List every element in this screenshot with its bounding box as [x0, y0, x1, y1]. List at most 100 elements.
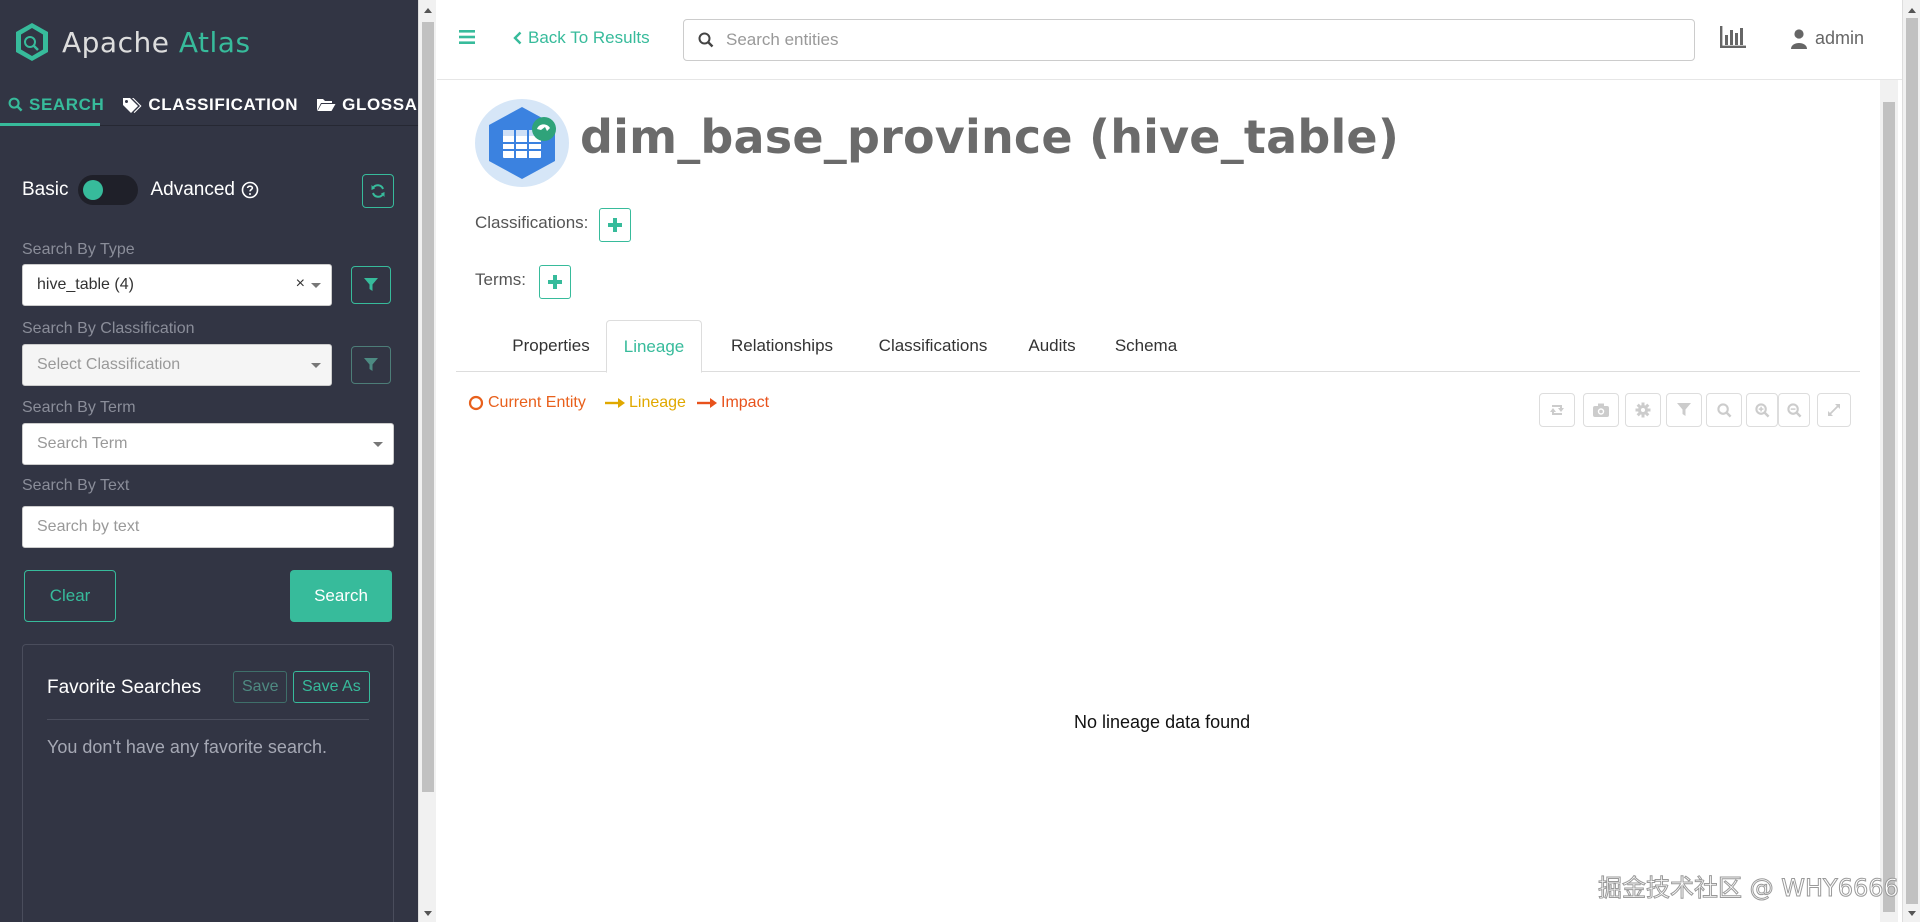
lineage-fullscreen-button[interactable] — [1817, 393, 1851, 427]
legend-impact: Impact — [697, 394, 769, 412]
brand[interactable]: Apache Atlas — [0, 0, 418, 84]
save-as-favorite-button[interactable]: Save As — [293, 671, 370, 703]
scroll-up-arrow-icon[interactable] — [424, 8, 432, 13]
advanced-label: Advanced — [150, 179, 235, 200]
terms-label: Terms: — [475, 270, 526, 289]
lineage-export-button[interactable] — [1583, 393, 1619, 427]
divider — [47, 719, 369, 720]
save-favorite-button[interactable]: Save — [233, 671, 288, 703]
search-by-classification-label: Search By Classification — [22, 320, 195, 337]
entity-title: dim_base_province (hive_table) — [580, 110, 1400, 164]
content-scroll-thumb[interactable] — [1883, 102, 1895, 912]
content-scrollbar[interactable] — [1880, 80, 1898, 922]
tag-icon — [123, 97, 142, 113]
sidebar-scrollbar[interactable] — [418, 0, 436, 922]
search-text-input[interactable]: Search by text — [22, 506, 394, 548]
lineage-settings-button[interactable] — [1625, 393, 1661, 427]
tab-properties[interactable]: Properties — [486, 320, 616, 372]
classifications-label: Classifications: — [475, 213, 589, 232]
filter-icon — [1677, 403, 1691, 416]
chevron-down-icon — [311, 363, 321, 368]
no-lineage-message: No lineage data found — [1074, 712, 1251, 732]
scroll-down-arrow-icon[interactable] — [1908, 911, 1916, 916]
refresh-button[interactable] — [362, 174, 394, 208]
tab-classification[interactable]: CLASSIFICATION — [113, 84, 307, 126]
search-mode-switch[interactable] — [78, 175, 139, 205]
arrow-right-icon — [605, 398, 625, 408]
active-tab-indicator — [0, 123, 100, 126]
search-by-text-label: Search By Text — [22, 477, 130, 494]
search-icon — [1716, 402, 1731, 417]
search-mode-toggle-row: Basic Advanced — [22, 172, 394, 208]
search-icon — [8, 97, 23, 112]
search-icon — [698, 32, 714, 48]
top-bar: Back To Results Search entities admin — [437, 0, 1902, 80]
user-icon — [1791, 28, 1807, 49]
favorite-empty-message: You don't have any favorite search. — [47, 737, 327, 757]
term-select[interactable]: Search Term — [22, 423, 394, 465]
type-select[interactable]: hive_table (4) × — [22, 264, 332, 306]
sidebar-scroll-thumb[interactable] — [422, 22, 434, 792]
question-circle-icon[interactable] — [241, 181, 259, 199]
lineage-filter-button[interactable] — [1666, 393, 1702, 427]
plus-icon — [608, 218, 622, 232]
legend-lineage: Lineage — [605, 394, 686, 412]
chevron-left-icon — [513, 31, 522, 45]
plus-icon — [548, 275, 562, 289]
scroll-up-arrow-icon[interactable] — [1908, 8, 1916, 13]
user-menu[interactable]: admin — [1791, 28, 1864, 49]
classification-select-placeholder: Select Classification — [37, 356, 181, 373]
tab-relationships[interactable]: Relationships — [712, 320, 852, 372]
arrow-right-icon — [697, 398, 717, 408]
term-select-placeholder: Search Term — [37, 435, 128, 452]
global-search-placeholder: Search entities — [726, 30, 839, 49]
tab-lineage[interactable]: Lineage — [606, 320, 702, 373]
filter-icon — [364, 358, 378, 371]
clear-type-icon[interactable]: × — [296, 275, 305, 293]
tab-search[interactable]: SEARCH — [0, 84, 113, 126]
tab-schema[interactable]: Schema — [1096, 320, 1196, 372]
back-to-results-label: Back To Results — [528, 28, 650, 47]
entity-tabs: Properties Lineage Relationships Classif… — [456, 320, 1860, 373]
atlas-logo-icon — [16, 23, 48, 61]
bar-chart-icon[interactable] — [1720, 26, 1746, 48]
back-to-results-link[interactable]: Back To Results — [513, 28, 650, 48]
clear-button[interactable]: Clear — [24, 570, 116, 622]
favorite-searches-title: Favorite Searches — [47, 677, 202, 698]
user-name: admin — [1815, 28, 1865, 48]
page-scrollbar[interactable] — [1902, 0, 1920, 922]
tab-audits[interactable]: Audits — [1008, 320, 1096, 372]
add-term-button[interactable] — [539, 265, 571, 299]
classification-select[interactable]: Select Classification — [22, 344, 332, 386]
watermark: 掘金技术社区 @ WHY6666 — [1598, 874, 1900, 903]
folder-open-icon — [317, 99, 336, 111]
global-search-input[interactable]: Search entities — [683, 19, 1695, 61]
brand-name: Apache Atlas — [62, 25, 251, 59]
tab-classifications[interactable]: Classifications — [858, 320, 1008, 372]
classification-filter-button[interactable] — [351, 346, 391, 384]
lineage-refresh-button[interactable] — [1539, 393, 1575, 427]
chevron-down-icon — [311, 283, 321, 288]
scroll-down-arrow-icon[interactable] — [424, 911, 432, 916]
zoom-out-icon — [1786, 402, 1801, 417]
fullscreen-icon — [1828, 404, 1840, 416]
hive-table-icon — [475, 99, 569, 187]
chevron-down-icon — [373, 442, 383, 447]
lineage-search-button[interactable] — [1706, 393, 1742, 427]
zoom-in-icon — [1754, 402, 1769, 417]
sidebar: Apache Atlas SEARCH CLASSIFICATION GLOSS… — [0, 0, 441, 922]
filter-icon — [364, 278, 378, 291]
basic-label: Basic — [22, 179, 69, 200]
switch-knob — [83, 180, 104, 200]
refresh-icon — [1550, 405, 1564, 415]
page-scroll-thumb[interactable] — [1906, 18, 1918, 904]
type-filter-button[interactable] — [351, 266, 391, 304]
search-button[interactable]: Search — [290, 570, 392, 622]
lineage-zoom-in-button[interactable] — [1746, 393, 1778, 427]
legend-current-entity: Current Entity — [468, 394, 586, 412]
search-by-type-label: Search By Type — [22, 241, 135, 258]
favorite-searches-panel: Favorite Searches Save Save As You don't… — [22, 644, 394, 922]
lineage-zoom-out-button[interactable] — [1778, 393, 1810, 427]
hamburger-menu-icon[interactable] — [459, 30, 475, 44]
add-classification-button[interactable] — [599, 208, 631, 242]
